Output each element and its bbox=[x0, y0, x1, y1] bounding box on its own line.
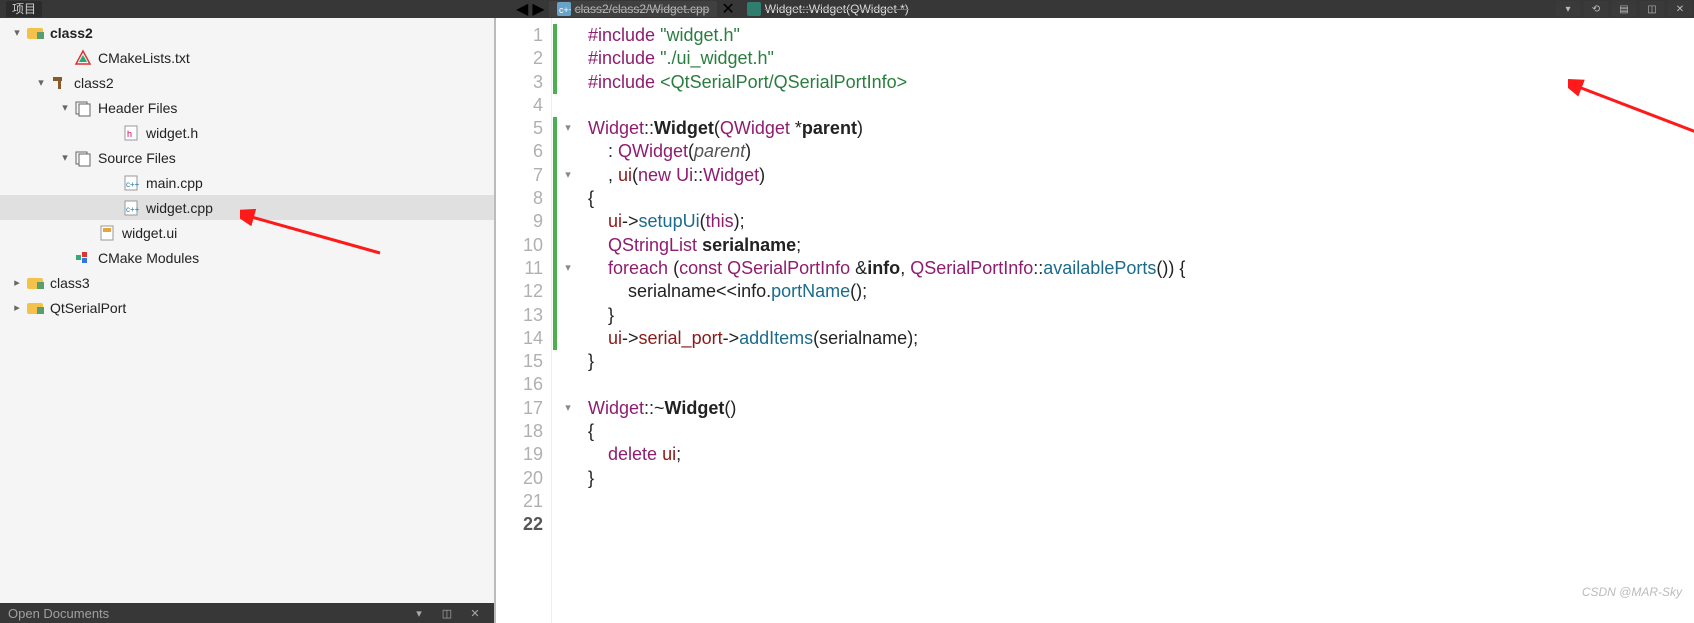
code-line[interactable]: : QWidget(parent) bbox=[588, 140, 1694, 163]
close-tab-icon[interactable]: ✕ bbox=[721, 0, 734, 19]
modules-icon bbox=[74, 249, 92, 267]
code-line[interactable]: ui->serial_port->addItems(serialname); bbox=[588, 327, 1694, 350]
dropdown-icon[interactable]: ▾ bbox=[408, 605, 430, 621]
project-folder-icon bbox=[26, 24, 44, 42]
nav-back-icon[interactable]: ◀ bbox=[516, 0, 528, 19]
chevron-right-icon[interactable]: ▸ bbox=[10, 301, 24, 314]
tree-item-class3[interactable]: ▸ class3 bbox=[0, 270, 494, 295]
cmake-file-icon bbox=[74, 49, 92, 67]
annotation-arrow-icon bbox=[240, 208, 390, 258]
annotation-arrow-icon bbox=[1568, 78, 1694, 158]
tree-label: widget.h bbox=[146, 125, 198, 141]
code-editor[interactable]: 12345678910111213141516171819202122 ▾▾▾▾… bbox=[496, 18, 1694, 623]
chevron-down-icon[interactable]: ▾ bbox=[58, 151, 72, 164]
tree-item-class2-target[interactable]: ▾ class2 bbox=[0, 70, 494, 95]
code-line[interactable] bbox=[588, 513, 1694, 536]
code-line[interactable]: } bbox=[588, 467, 1694, 490]
tree-label: class2 bbox=[50, 25, 93, 41]
code-line[interactable]: } bbox=[588, 304, 1694, 327]
close-panel-icon[interactable]: ✕ bbox=[464, 605, 486, 621]
open-documents-label: Open Documents bbox=[8, 606, 109, 621]
cpp-file-icon: c++ bbox=[122, 174, 140, 192]
code-line[interactable]: Widget::~Widget() bbox=[588, 397, 1694, 420]
svg-text:c++: c++ bbox=[559, 5, 571, 15]
code-line[interactable]: ui->setupUi(this); bbox=[588, 210, 1694, 233]
tree-item-qtserialport[interactable]: ▸ QtSerialPort bbox=[0, 295, 494, 320]
code-line[interactable]: foreach (const QSerialPortInfo &info, QS… bbox=[588, 257, 1694, 280]
tree-label: CMakeLists.txt bbox=[98, 50, 190, 66]
folder-group-icon bbox=[74, 149, 92, 167]
code-line[interactable]: { bbox=[588, 187, 1694, 210]
symbol-nav-label: Widget::Widget(QWidget *) bbox=[765, 2, 909, 16]
tree-label: widget.cpp bbox=[146, 200, 213, 216]
tree-label: main.cpp bbox=[146, 175, 203, 191]
watermark-label: CSDN @MAR-Sky bbox=[1582, 585, 1682, 599]
tree-label: Source Files bbox=[98, 150, 176, 166]
svg-text:c++: c++ bbox=[126, 180, 140, 189]
code-line[interactable]: } bbox=[588, 350, 1694, 373]
code-line[interactable] bbox=[588, 94, 1694, 117]
svg-text:h: h bbox=[127, 129, 132, 139]
chevron-down-icon[interactable]: ▾ bbox=[34, 76, 48, 89]
tree-label: class3 bbox=[50, 275, 90, 291]
symbol-nav-tab[interactable]: Widget::Widget(QWidget *) bbox=[739, 2, 917, 16]
nav-fwd-icon[interactable]: ▶ bbox=[532, 0, 544, 19]
fold-column[interactable]: ▾▾▾▾ bbox=[558, 18, 578, 623]
code-line[interactable] bbox=[588, 373, 1694, 396]
tree-label: widget.ui bbox=[122, 225, 177, 241]
code-line[interactable]: serialname<<info.portName(); bbox=[588, 280, 1694, 303]
chevron-down-icon[interactable]: ▾ bbox=[10, 26, 24, 39]
tree-item-header-files[interactable]: ▾ Header Files bbox=[0, 95, 494, 120]
project-tree[interactable]: ▾ class2 CMakeLists.txt ▾ class2 ▾ Heade… bbox=[0, 18, 494, 603]
project-folder-icon bbox=[26, 299, 44, 317]
active-file-tab[interactable]: c++ class2/class2/Widget.cpp bbox=[549, 1, 718, 17]
code-line[interactable]: { bbox=[588, 420, 1694, 443]
h-file-icon: h bbox=[122, 124, 140, 142]
tree-item-widget-h[interactable]: h widget.h bbox=[0, 120, 494, 145]
ui-file-icon bbox=[98, 224, 116, 242]
function-icon bbox=[747, 2, 761, 16]
open-documents-header[interactable]: Open Documents ▾ ◫ ✕ bbox=[0, 603, 494, 623]
code-line[interactable] bbox=[588, 490, 1694, 513]
code-line[interactable]: #include "./ui_widget.h" bbox=[588, 47, 1694, 70]
tree-label: CMake Modules bbox=[98, 250, 199, 266]
code-line[interactable]: delete ui; bbox=[588, 443, 1694, 466]
code-line[interactable]: #include "widget.h" bbox=[588, 24, 1694, 47]
project-folder-icon bbox=[26, 274, 44, 292]
project-sidebar: ▾ class2 CMakeLists.txt ▾ class2 ▾ Heade… bbox=[0, 18, 496, 623]
code-line[interactable]: QStringList serialname; bbox=[588, 234, 1694, 257]
tree-label: QtSerialPort bbox=[50, 300, 126, 316]
active-file-label: class2/class2/Widget.cpp bbox=[575, 1, 710, 17]
tree-label: Header Files bbox=[98, 100, 177, 116]
split-icon[interactable]: ◫ bbox=[436, 605, 458, 621]
code-line[interactable]: Widget::Widget(QWidget *parent) bbox=[588, 117, 1694, 140]
code-line[interactable]: #include <QtSerialPort/QSerialPortInfo> bbox=[588, 71, 1694, 94]
cpp-file-icon: c++ bbox=[122, 199, 140, 217]
cpp-file-icon: c++ bbox=[557, 2, 571, 16]
tree-item-cmakelists[interactable]: CMakeLists.txt bbox=[0, 45, 494, 70]
tree-item-main-cpp[interactable]: c++ main.cpp bbox=[0, 170, 494, 195]
line-number-gutter: 12345678910111213141516171819202122 bbox=[496, 18, 552, 623]
folder-group-icon bbox=[74, 99, 92, 117]
tree-item-source-files[interactable]: ▾ Source Files bbox=[0, 145, 494, 170]
tree-root-class2[interactable]: ▾ class2 bbox=[0, 20, 494, 45]
project-panel-label: 项目 bbox=[6, 1, 42, 17]
tree-label: class2 bbox=[74, 75, 114, 91]
hammer-icon bbox=[50, 74, 68, 92]
chevron-down-icon[interactable]: ▾ bbox=[58, 101, 72, 114]
code-line[interactable]: , ui(new Ui::Widget) bbox=[588, 164, 1694, 187]
editor-tabstrip: ◀ ▶ c++ class2/class2/Widget.cpp ✕ Widge… bbox=[496, 0, 1694, 18]
chevron-right-icon[interactable]: ▸ bbox=[10, 276, 24, 289]
svg-text:c++: c++ bbox=[126, 205, 140, 214]
code-content[interactable]: #include "widget.h"#include "./ui_widget… bbox=[578, 18, 1694, 623]
